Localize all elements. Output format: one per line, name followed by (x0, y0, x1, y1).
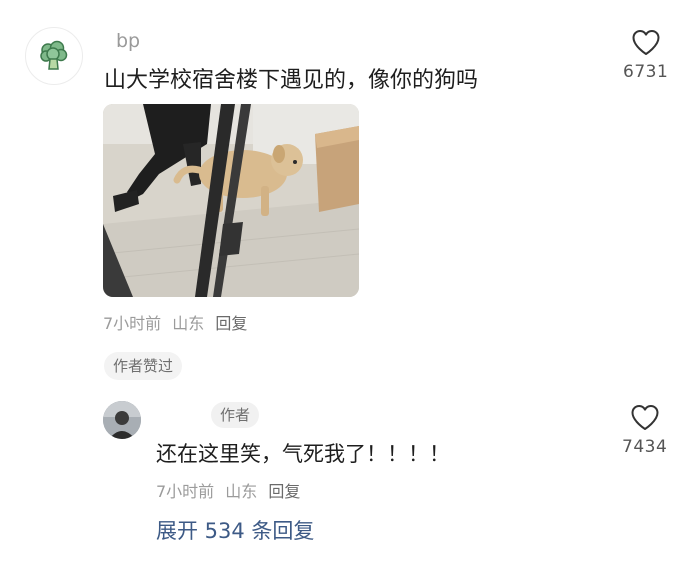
comment-like-count: 6731 (623, 62, 669, 82)
commenter-avatar[interactable] (25, 27, 83, 85)
comment-reply-button[interactable]: 回复 (215, 314, 247, 333)
dog-photo-image (103, 104, 359, 297)
commenter-username[interactable]: bp (116, 30, 140, 52)
author-tag: 作者 (211, 402, 260, 428)
author-liked-badge: 作者赞过 (104, 352, 183, 380)
comment-photo[interactable] (103, 104, 359, 297)
comment-time: 7小时前 (103, 314, 162, 333)
comment-like-column: 6731 (623, 29, 668, 82)
comment-meta: 7小时前 山东 回复 (103, 310, 247, 334)
reply-time: 7小时前 (156, 482, 215, 501)
comment-text: 山大学校宿舍楼下遇见的，像你的狗吗 (104, 68, 479, 93)
heart-icon[interactable] (630, 404, 660, 431)
broccoli-icon (40, 40, 68, 70)
reply-location: 山东 (225, 482, 258, 501)
reply-meta: 7小时前 山东 回复 (156, 478, 300, 502)
reply-like-count: 7434 (622, 437, 668, 457)
reply-avatar-image (103, 401, 141, 439)
reply-reply-button[interactable]: 回复 (268, 482, 300, 501)
reply-avatar[interactable] (103, 401, 141, 439)
expand-replies-link[interactable]: 展开 534 条回复 (156, 515, 314, 545)
reply-text: 还在这里笑，气死我了！！！！ (156, 442, 450, 466)
comment-location: 山东 (172, 314, 205, 333)
heart-icon[interactable] (631, 29, 661, 56)
reply-like-column: 7434 (622, 404, 667, 457)
